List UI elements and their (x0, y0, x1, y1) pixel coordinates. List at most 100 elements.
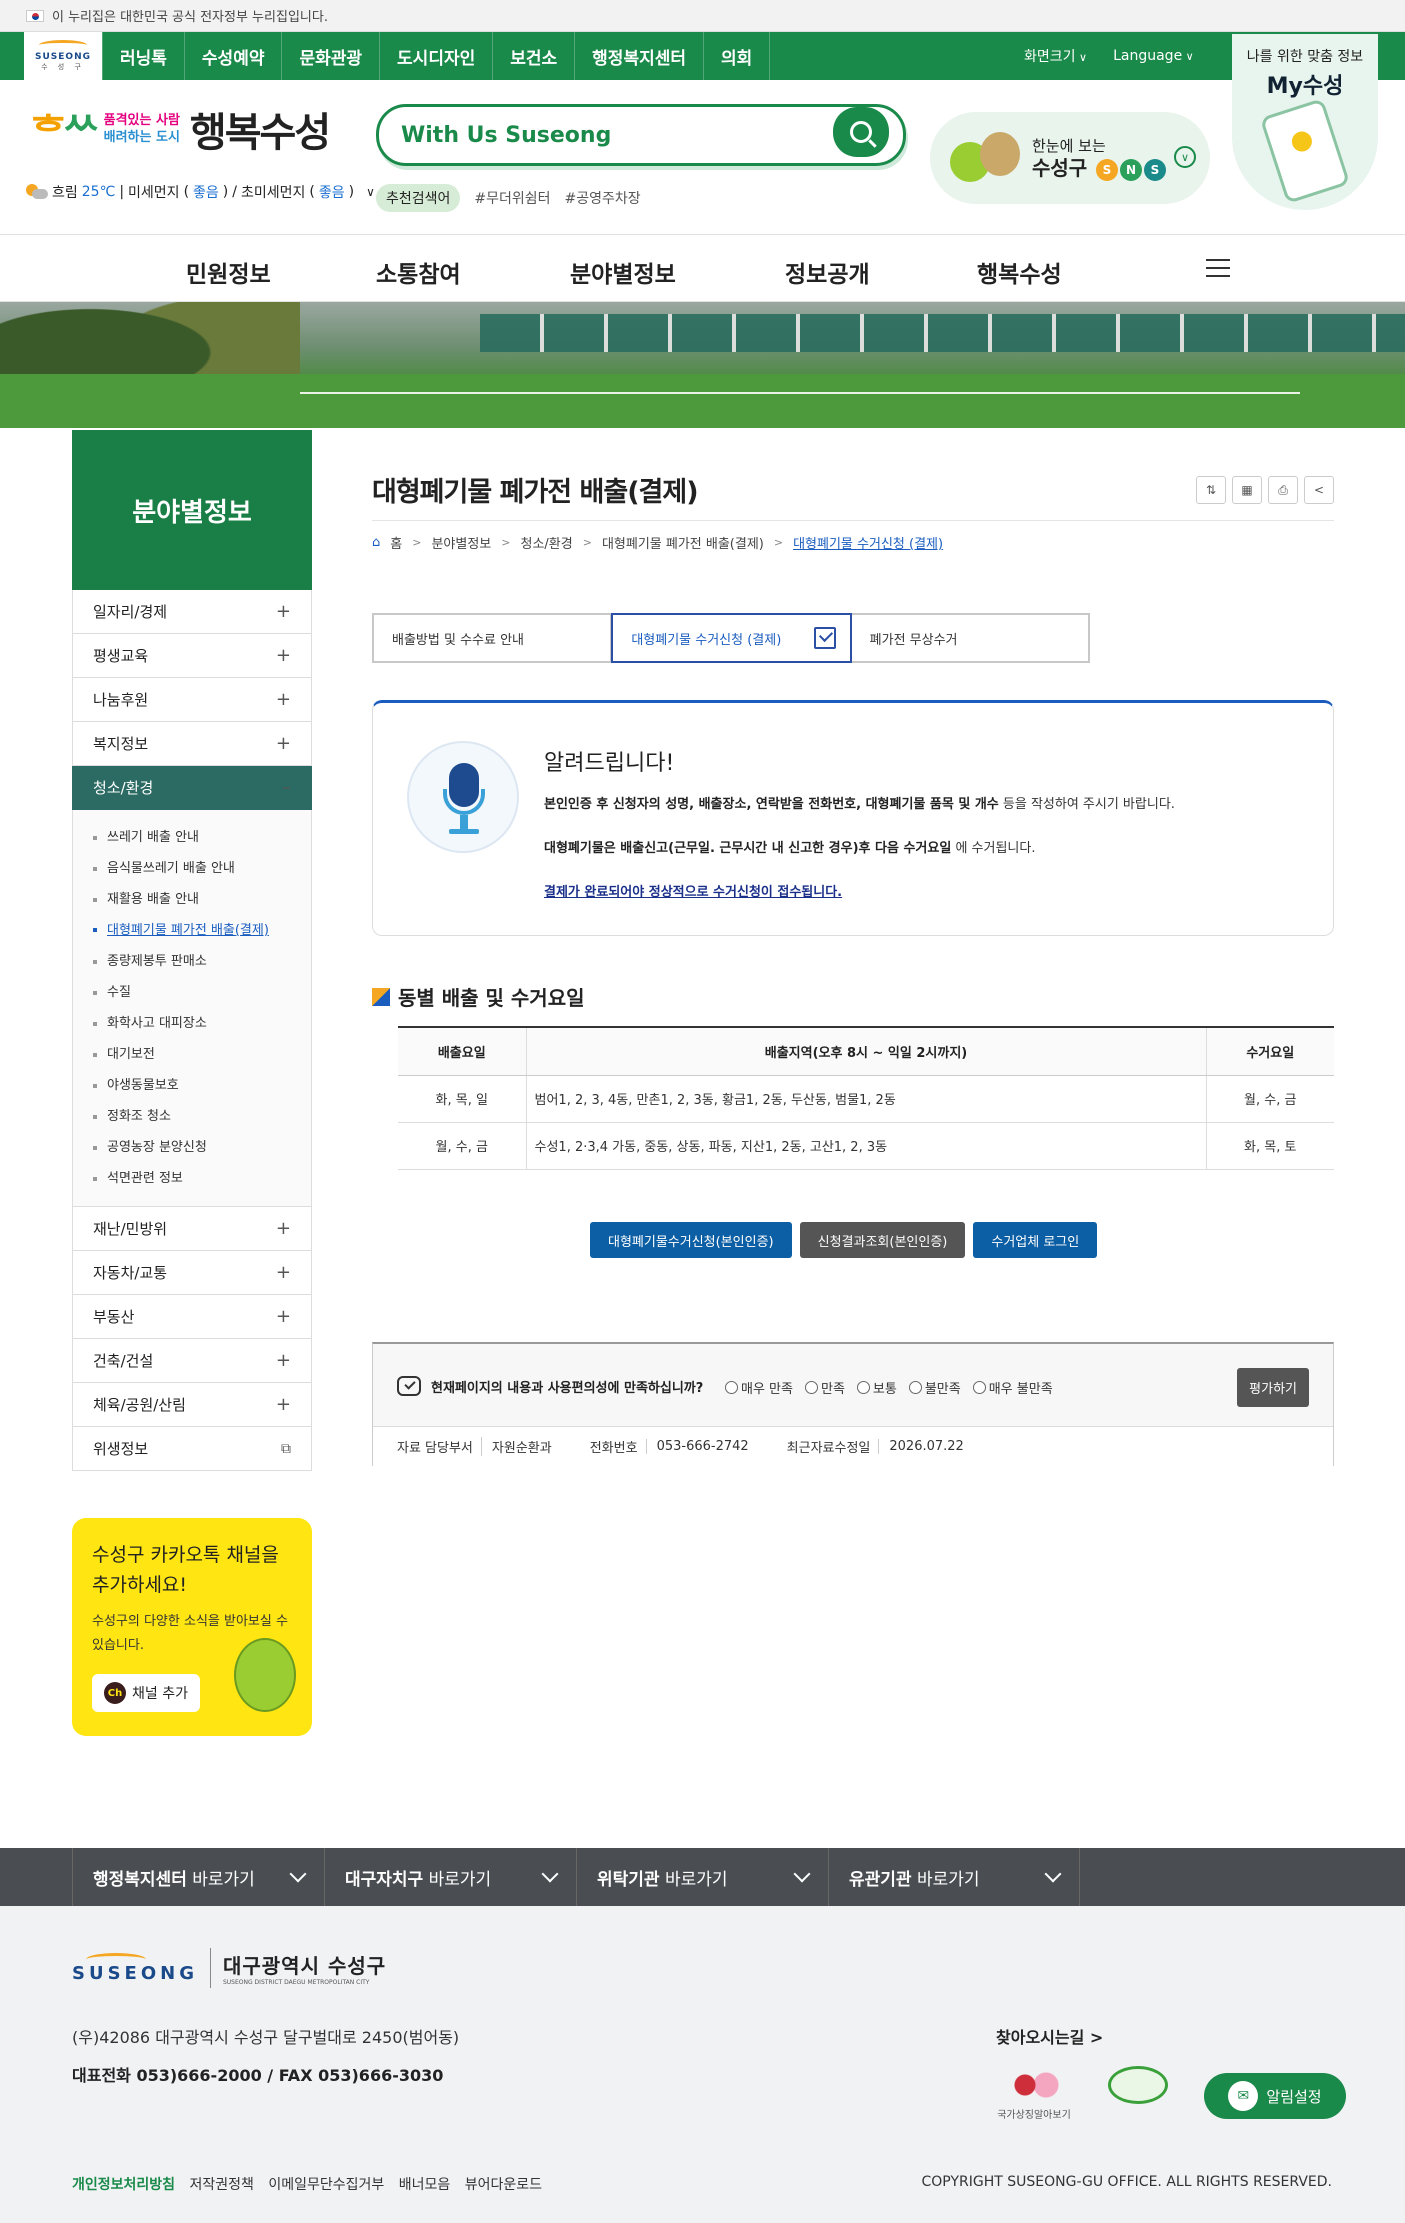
hero-banner-image (0, 302, 1405, 428)
survey-radio[interactable]: 보통 (857, 1378, 897, 1397)
footer-policy-link[interactable]: 이메일무단수집거부 (268, 2177, 384, 2193)
lnb-item[interactable]: 체육/공원/산림 + (72, 1383, 312, 1427)
footer-link-group[interactable]: 행정복지센터 바로가기 (72, 1848, 324, 1906)
lnb-sub-item[interactable]: 화학사고 대피장소 (93, 1008, 311, 1039)
search-button[interactable] (833, 107, 889, 157)
sns-banner[interactable]: 한눈에 보는 수성구 S N S ∨ (930, 112, 1210, 204)
tab-pickup-request[interactable]: 대형폐기물 수거신청 (결제) (611, 613, 852, 663)
tab-free-appliance[interactable]: 폐가전 무상수거 (852, 615, 1088, 661)
qr-search-icon[interactable]: ▦ (1232, 476, 1262, 504)
footer-link-label: 대구자치구 바로가기 (345, 1865, 491, 1890)
top-nav-item[interactable]: 수성예약 (183, 32, 282, 80)
national-symbol-link[interactable]: 국가상징알아보기 (996, 2066, 1072, 2126)
footer-policy-link[interactable]: 배너모음 (399, 2177, 451, 2193)
footer-link-group[interactable]: 유관기관 바로가기 (828, 1848, 1080, 1906)
notification-setting-button[interactable]: ✉ 알림설정 (1204, 2073, 1346, 2119)
breadcrumb-item[interactable]: 홈 (390, 533, 402, 552)
survey-radio[interactable]: 불만족 (909, 1378, 961, 1397)
lnb-item[interactable]: 자동차/교통 + (72, 1251, 312, 1295)
lnb-sub-item[interactable]: 정화조 청소 (93, 1101, 311, 1132)
lnb-item[interactable]: 복지정보 + (72, 722, 312, 766)
gnb-item[interactable]: 행복수성 (977, 255, 1062, 289)
survey-radio[interactable]: 매우 불만족 (973, 1378, 1053, 1397)
directions-link[interactable]: 찾아오시는길 > (996, 2024, 1103, 2048)
my-suseong-card[interactable]: 나를 위한 맞춤 정보 My수성 (1232, 34, 1378, 210)
lnb-sub-item[interactable]: 대기보전 (93, 1039, 311, 1070)
top-nav-item[interactable]: 행정복지센터 (574, 32, 703, 80)
language-toggle[interactable]: Language (1113, 48, 1194, 64)
table-header: 배출지역(오후 8시 ~ 익일 2시까지) (526, 1026, 1207, 1076)
lnb-sub-item[interactable]: 석면관련 정보 (93, 1163, 311, 1194)
hero-stand (480, 314, 1405, 352)
top-nav-item[interactable]: 러닝톡 (102, 32, 184, 80)
satisfaction-survey: 현재페이지의 내용과 사용편의성에 만족하십니까? 매우 만족 만족 보통 불만… (372, 1342, 1334, 1466)
gnb-item[interactable]: 소통참여 (376, 255, 461, 289)
privacy-policy-link[interactable]: 개인정보처리방침 (72, 2177, 175, 2193)
brand-logo[interactable]: ᄒᄊ 품격있는 사람 배려하는 도시 행복수성 (30, 100, 331, 158)
breadcrumb-item[interactable]: 분야별정보 (431, 533, 491, 552)
survey-question: 현재페이지의 내용과 사용편의성에 만족하십니까? (397, 1376, 703, 1396)
top-nav-item[interactable]: 보건소 (492, 32, 574, 80)
tab-disposal-guide[interactable]: 배출방법 및 수수료 안내 (374, 615, 612, 661)
lnb-sub-item[interactable]: 종량제봉투 판매소 (93, 946, 311, 977)
chevron-down-icon[interactable]: ∨ (1174, 146, 1196, 168)
lnb-sub-item[interactable]: 음식물쓰레기 배출 안내 (93, 853, 311, 884)
lnb-item[interactable]: 위생정보 ⧉ (72, 1427, 312, 1471)
gnb-item[interactable]: 민원정보 (186, 255, 271, 289)
plus-icon: + (275, 645, 291, 666)
plus-icon: + (275, 1306, 291, 1327)
notice-line2-bold: 대형폐기물은 배출신고(근무일. 근무시간 내 신고한 경우)후 다음 수거요일 (544, 841, 952, 856)
keyword-link[interactable]: #무더위쉼터 (474, 188, 550, 208)
lnb-sub-item-current[interactable]: 대형폐기물 폐가전 배출(결제) (93, 915, 311, 946)
gnb-item[interactable]: 정보공개 (785, 255, 870, 289)
chevron-down-icon[interactable]: ∨ (366, 185, 375, 199)
lnb-sub-item[interactable]: 쓰레기 배출 안내 (93, 822, 311, 853)
print-icon[interactable]: ⎙ (1268, 476, 1298, 504)
lnb-item[interactable]: 평생교육 + (72, 634, 312, 678)
search-input[interactable] (401, 122, 801, 148)
footer-policy-link[interactable]: 저작권정책 (190, 2177, 254, 2193)
share-icon[interactable]: < (1304, 476, 1334, 504)
home-icon[interactable]: ⌂ (372, 535, 380, 550)
lnb-item[interactable]: 재난/민방위 + (72, 1207, 312, 1251)
table-row: 월, 수, 금 수성1, 2·3,4 가동, 중동, 상동, 파동, 지산1, … (398, 1122, 1334, 1170)
lnb-item[interactable]: 건축/건설 + (72, 1339, 312, 1383)
weather-widget[interactable]: 흐림 25℃ | 미세먼지(좋음) / 초미세먼지(좋음) ∨ (24, 182, 375, 202)
rate-button[interactable]: 평가하기 (1237, 1368, 1309, 1407)
share-export-icon[interactable]: ⇅ (1196, 476, 1226, 504)
kakao-add-channel-button[interactable]: Ch 채널 추가 (92, 1674, 200, 1712)
font-size-toggle[interactable]: 화면크기 (1024, 46, 1087, 66)
result-lookup-button[interactable]: 신청결과조회(본인인증) (799, 1222, 966, 1258)
survey-radio[interactable]: 매우 만족 (725, 1378, 793, 1397)
survey-radio[interactable]: 만족 (805, 1378, 845, 1397)
kakao-channel-banner[interactable]: 수성구 카카오톡 채널을 추가하세요! 수성구의 다양한 소식을 받아보실 수 … (72, 1518, 312, 1736)
footer-policy-link[interactable]: 뷰어다운로드 (465, 2177, 542, 2193)
hamburger-menu-icon[interactable] (1206, 259, 1230, 277)
pickup-request-button[interactable]: 대형폐기물수거신청(본인인증) (590, 1222, 792, 1258)
breadcrumb-item[interactable]: 청소/환경 (520, 533, 572, 552)
lnb-item[interactable]: 부동산 + (72, 1295, 312, 1339)
lnb-item[interactable]: 일자리/경제 + (72, 590, 312, 634)
lnb-item-active[interactable]: 청소/환경 – (72, 766, 312, 810)
keyword-link[interactable]: #공영주차장 (565, 188, 641, 208)
breadcrumb-current[interactable]: 대형폐기물 수거신청 (결제) (793, 533, 943, 552)
sns-letter: S (1143, 159, 1166, 182)
vendor-login-button[interactable]: 수거업체 로그인 (973, 1222, 1098, 1258)
footer-link-rest: 바로가기 (911, 1869, 980, 1890)
footer-link-group[interactable]: 위탁기관 바로가기 (576, 1848, 828, 1906)
footer-link-group[interactable]: 대구자치구 바로가기 (324, 1848, 576, 1906)
lnb-title: 분야별정보 (72, 430, 312, 590)
lnb-sub-item[interactable]: 수질 (93, 977, 311, 1008)
gnb-item[interactable]: 분야별정보 (570, 255, 676, 289)
suseong-logo[interactable]: SUSEONG 수 성 구 (24, 32, 102, 80)
recommended-keywords: 추천검색어 #무더위쉼터 #공영주차장 (376, 184, 641, 212)
top-nav-item[interactable]: 도시디자인 (379, 32, 492, 80)
lnb-item[interactable]: 나눔후원 + (72, 678, 312, 722)
lnb-sub-item[interactable]: 공영농장 분양신청 (93, 1132, 311, 1163)
top-nav-item[interactable]: 의회 (703, 32, 771, 80)
lnb-sub-item[interactable]: 야생동물보호 (93, 1070, 311, 1101)
gov-banner-text: 이 누리집은 대한민국 공식 전자정부 누리집입니다. (52, 10, 328, 25)
top-nav-item[interactable]: 문화관광 (281, 32, 379, 80)
lnb-sub-item[interactable]: 재활용 배출 안내 (93, 884, 311, 915)
breadcrumb-item[interactable]: 대형폐기물 폐가전 배출(결제) (602, 533, 764, 552)
